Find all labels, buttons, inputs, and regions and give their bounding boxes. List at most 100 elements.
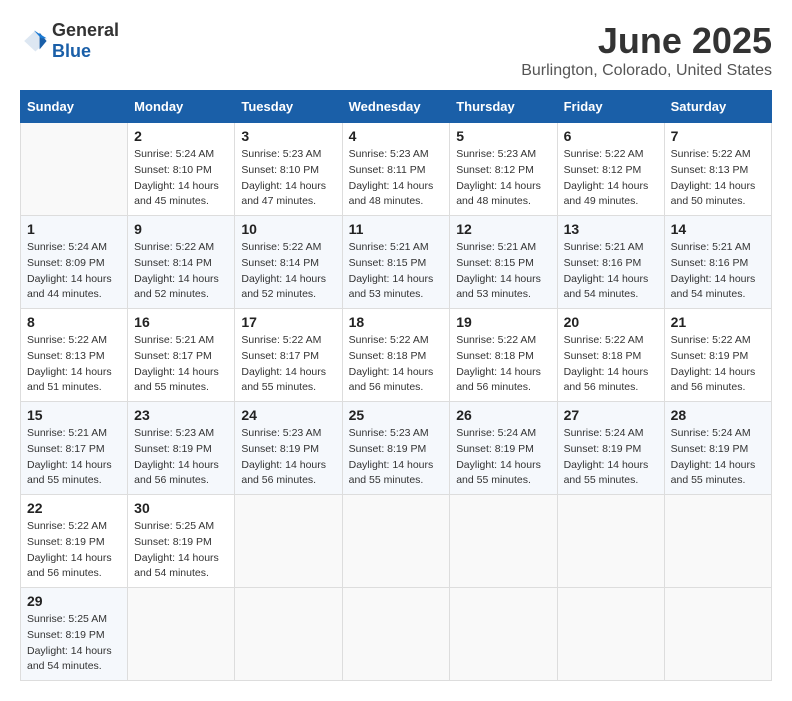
weekday-header-cell: Wednesday [342, 91, 450, 123]
calendar-week-row: 8 Sunrise: 5:22 AMSunset: 8:13 PMDayligh… [21, 309, 772, 402]
calendar-day-cell [342, 495, 450, 588]
calendar-day-cell [557, 588, 664, 681]
location-title: Burlington, Colorado, United States [521, 62, 772, 80]
calendar-week-row: 22 Sunrise: 5:22 AMSunset: 8:19 PMDaylig… [21, 495, 772, 588]
calendar-day-cell [235, 588, 342, 681]
calendar-day-cell [128, 588, 235, 681]
day-info: Sunrise: 5:22 AMSunset: 8:13 PMDaylight:… [671, 148, 756, 207]
day-number: 10 [241, 221, 335, 237]
day-info: Sunrise: 5:23 AMSunset: 8:10 PMDaylight:… [241, 148, 326, 207]
weekday-header-cell: Friday [557, 91, 664, 123]
calendar-day-cell: 3 Sunrise: 5:23 AMSunset: 8:10 PMDayligh… [235, 123, 342, 216]
day-info: Sunrise: 5:25 AMSunset: 8:19 PMDaylight:… [134, 520, 219, 579]
day-number: 23 [134, 407, 228, 423]
day-number: 20 [564, 314, 658, 330]
day-info: Sunrise: 5:22 AMSunset: 8:19 PMDaylight:… [671, 334, 756, 393]
calendar-day-cell [664, 495, 771, 588]
day-info: Sunrise: 5:21 AMSunset: 8:16 PMDaylight:… [671, 241, 756, 300]
day-info: Sunrise: 5:22 AMSunset: 8:13 PMDaylight:… [27, 334, 112, 393]
day-info: Sunrise: 5:23 AMSunset: 8:19 PMDaylight:… [134, 427, 219, 486]
calendar-week-row: 2 Sunrise: 5:24 AMSunset: 8:10 PMDayligh… [21, 123, 772, 216]
day-number: 12 [456, 221, 550, 237]
calendar-week-row: 15 Sunrise: 5:21 AMSunset: 8:17 PMDaylig… [21, 402, 772, 495]
calendar-day-cell [235, 495, 342, 588]
day-number: 7 [671, 128, 765, 144]
day-info: Sunrise: 5:22 AMSunset: 8:18 PMDaylight:… [349, 334, 434, 393]
calendar-day-cell: 29 Sunrise: 5:25 AMSunset: 8:19 PMDaylig… [21, 588, 128, 681]
day-number: 30 [134, 500, 228, 516]
weekday-header-row: SundayMondayTuesdayWednesdayThursdayFrid… [21, 91, 772, 123]
day-info: Sunrise: 5:21 AMSunset: 8:15 PMDaylight:… [349, 241, 434, 300]
day-info: Sunrise: 5:23 AMSunset: 8:19 PMDaylight:… [349, 427, 434, 486]
weekday-header-cell: Saturday [664, 91, 771, 123]
day-number: 2 [134, 128, 228, 144]
day-number: 3 [241, 128, 335, 144]
calendar-day-cell: 22 Sunrise: 5:22 AMSunset: 8:19 PMDaylig… [21, 495, 128, 588]
day-number: 28 [671, 407, 765, 423]
calendar-day-cell: 27 Sunrise: 5:24 AMSunset: 8:19 PMDaylig… [557, 402, 664, 495]
calendar-day-cell: 25 Sunrise: 5:23 AMSunset: 8:19 PMDaylig… [342, 402, 450, 495]
day-number: 11 [349, 221, 444, 237]
calendar-day-cell [664, 588, 771, 681]
day-number: 6 [564, 128, 658, 144]
calendar-day-cell: 9 Sunrise: 5:22 AMSunset: 8:14 PMDayligh… [128, 216, 235, 309]
calendar-day-cell [21, 123, 128, 216]
calendar-day-cell: 1 Sunrise: 5:24 AMSunset: 8:09 PMDayligh… [21, 216, 128, 309]
calendar-day-cell [342, 588, 450, 681]
calendar-day-cell: 20 Sunrise: 5:22 AMSunset: 8:18 PMDaylig… [557, 309, 664, 402]
generalblue-icon [20, 27, 48, 55]
weekday-header-cell: Tuesday [235, 91, 342, 123]
calendar-day-cell: 7 Sunrise: 5:22 AMSunset: 8:13 PMDayligh… [664, 123, 771, 216]
calendar-day-cell: 17 Sunrise: 5:22 AMSunset: 8:17 PMDaylig… [235, 309, 342, 402]
calendar-day-cell: 13 Sunrise: 5:21 AMSunset: 8:16 PMDaylig… [557, 216, 664, 309]
calendar-day-cell: 24 Sunrise: 5:23 AMSunset: 8:19 PMDaylig… [235, 402, 342, 495]
calendar-day-cell: 23 Sunrise: 5:23 AMSunset: 8:19 PMDaylig… [128, 402, 235, 495]
day-info: Sunrise: 5:22 AMSunset: 8:17 PMDaylight:… [241, 334, 326, 393]
calendar-day-cell: 8 Sunrise: 5:22 AMSunset: 8:13 PMDayligh… [21, 309, 128, 402]
day-number: 21 [671, 314, 765, 330]
weekday-header-cell: Thursday [450, 91, 557, 123]
day-number: 13 [564, 221, 658, 237]
calendar-day-cell: 16 Sunrise: 5:21 AMSunset: 8:17 PMDaylig… [128, 309, 235, 402]
calendar-day-cell: 12 Sunrise: 5:21 AMSunset: 8:15 PMDaylig… [450, 216, 557, 309]
calendar-day-cell [557, 495, 664, 588]
calendar-week-row: 29 Sunrise: 5:25 AMSunset: 8:19 PMDaylig… [21, 588, 772, 681]
day-number: 16 [134, 314, 228, 330]
day-info: Sunrise: 5:24 AMSunset: 8:19 PMDaylight:… [564, 427, 649, 486]
calendar-day-cell: 2 Sunrise: 5:24 AMSunset: 8:10 PMDayligh… [128, 123, 235, 216]
logo-blue: Blue [52, 41, 91, 61]
logo-general: General [52, 20, 119, 40]
day-number: 19 [456, 314, 550, 330]
calendar-day-cell: 28 Sunrise: 5:24 AMSunset: 8:19 PMDaylig… [664, 402, 771, 495]
day-info: Sunrise: 5:21 AMSunset: 8:16 PMDaylight:… [564, 241, 649, 300]
calendar-day-cell [450, 588, 557, 681]
day-number: 18 [349, 314, 444, 330]
day-number: 26 [456, 407, 550, 423]
day-number: 27 [564, 407, 658, 423]
day-info: Sunrise: 5:22 AMSunset: 8:14 PMDaylight:… [241, 241, 326, 300]
day-info: Sunrise: 5:22 AMSunset: 8:18 PMDaylight:… [456, 334, 541, 393]
day-info: Sunrise: 5:25 AMSunset: 8:19 PMDaylight:… [27, 613, 112, 672]
calendar-day-cell [450, 495, 557, 588]
day-info: Sunrise: 5:24 AMSunset: 8:09 PMDaylight:… [27, 241, 112, 300]
day-number: 24 [241, 407, 335, 423]
day-info: Sunrise: 5:22 AMSunset: 8:12 PMDaylight:… [564, 148, 649, 207]
calendar-day-cell: 18 Sunrise: 5:22 AMSunset: 8:18 PMDaylig… [342, 309, 450, 402]
title-area: June 2025 Burlington, Colorado, United S… [521, 20, 772, 80]
calendar-day-cell: 26 Sunrise: 5:24 AMSunset: 8:19 PMDaylig… [450, 402, 557, 495]
month-title: June 2025 [521, 20, 772, 62]
calendar-day-cell: 30 Sunrise: 5:25 AMSunset: 8:19 PMDaylig… [128, 495, 235, 588]
calendar-day-cell: 6 Sunrise: 5:22 AMSunset: 8:12 PMDayligh… [557, 123, 664, 216]
logo: General Blue [20, 20, 119, 62]
day-number: 9 [134, 221, 228, 237]
day-info: Sunrise: 5:24 AMSunset: 8:19 PMDaylight:… [456, 427, 541, 486]
day-info: Sunrise: 5:22 AMSunset: 8:14 PMDaylight:… [134, 241, 219, 300]
calendar-day-cell: 15 Sunrise: 5:21 AMSunset: 8:17 PMDaylig… [21, 402, 128, 495]
weekday-header-cell: Sunday [21, 91, 128, 123]
day-number: 29 [27, 593, 121, 609]
calendar-day-cell: 19 Sunrise: 5:22 AMSunset: 8:18 PMDaylig… [450, 309, 557, 402]
day-number: 5 [456, 128, 550, 144]
weekday-header-cell: Monday [128, 91, 235, 123]
calendar-day-cell: 4 Sunrise: 5:23 AMSunset: 8:11 PMDayligh… [342, 123, 450, 216]
calendar: SundayMondayTuesdayWednesdayThursdayFrid… [20, 90, 772, 681]
